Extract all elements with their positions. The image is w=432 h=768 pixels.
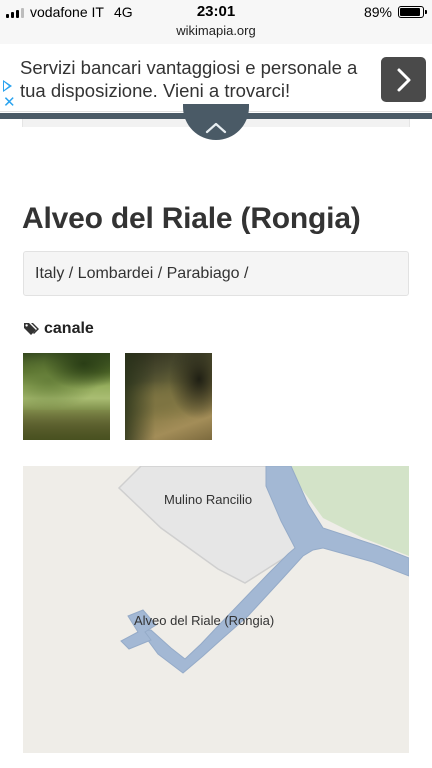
url-bar[interactable]: wikimapia.org (0, 22, 432, 44)
chevron-right-icon (397, 68, 410, 91)
tags-icon (24, 323, 39, 335)
photo-thumbnail[interactable] (125, 353, 212, 440)
map[interactable]: Mulino Rancilio Alveo del Riale (Rongia) (23, 466, 409, 753)
carrier-name: vodafone IT (30, 4, 104, 20)
tag-label[interactable]: canale (44, 320, 94, 338)
map-label-mulino[interactable]: Mulino Rancilio (164, 492, 252, 507)
collapse-toggle-button[interactable] (183, 104, 249, 140)
signal-strength-icon (6, 6, 24, 18)
battery-percent: 89% (363, 4, 392, 20)
map-label-alveo[interactable]: Alveo del Riale (Rongia) (134, 613, 274, 628)
ad-open-button[interactable] (381, 57, 426, 102)
category-tag[interactable]: canale (23, 320, 94, 338)
ad-banner[interactable]: Servizi bancari vantaggiosi e personale … (0, 46, 432, 112)
ad-text[interactable]: Servizi bancari vantaggiosi e personale … (20, 56, 375, 102)
battery-fill (400, 8, 420, 16)
status-left: vodafone IT 4G (6, 4, 133, 20)
status-right: 89% (363, 4, 427, 20)
status-bar: vodafone IT 4G 23:01 89% (0, 0, 432, 24)
network-type: 4G (113, 4, 133, 20)
chevron-up-icon (205, 122, 227, 134)
photo-thumbnail[interactable] (23, 353, 110, 440)
ad-choices-play-icon[interactable] (3, 80, 12, 92)
page-title: Alveo del Riale (Rongia) (22, 202, 361, 235)
close-icon[interactable]: ✕ (3, 95, 16, 110)
breadcrumb[interactable]: Italy / Lombardei / Parabiago / (23, 251, 409, 296)
battery-icon (398, 6, 427, 18)
map-canvas (117, 466, 409, 674)
